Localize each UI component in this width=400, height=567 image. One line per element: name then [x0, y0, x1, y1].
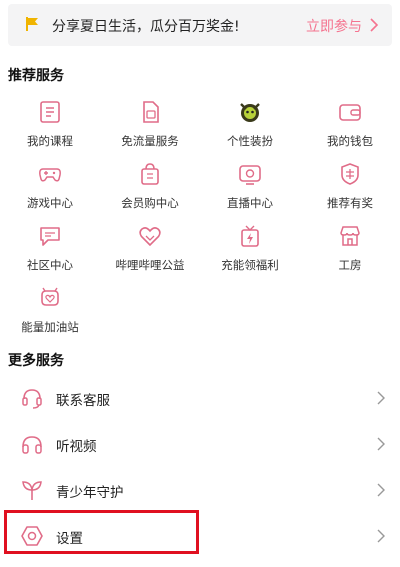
service-label: 哔哩哔哩公益 — [115, 258, 185, 272]
join-now-link[interactable]: 立即参与 — [306, 16, 362, 36]
row-youth-protection[interactable]: 青少年守护 — [0, 467, 400, 513]
row-listen-video[interactable]: 听视频 — [0, 421, 400, 467]
course-icon — [40, 101, 60, 123]
service-label: 会员购中心 — [121, 196, 179, 210]
chevron-right-icon[interactable] — [368, 17, 380, 33]
chevron-right-icon — [377, 391, 385, 405]
service-personal-decoration[interactable]: 个性装扮 — [200, 100, 300, 160]
service-label: 免流量服务 — [121, 134, 179, 148]
service-charity[interactable]: 哔哩哔哩公益 — [100, 224, 200, 284]
flag-icon — [26, 17, 38, 31]
service-label: 充能领福利 — [221, 258, 279, 272]
sim-card-icon — [143, 101, 159, 123]
charity-heart-icon — [139, 227, 161, 247]
service-label: 我的钱包 — [327, 134, 373, 148]
service-my-wallet[interactable]: 我的钱包 — [300, 100, 400, 160]
service-data-free[interactable]: 免流量服务 — [100, 100, 200, 160]
community-chat-icon — [40, 227, 60, 246]
sprout-icon — [22, 481, 42, 500]
service-game-center[interactable]: 游戏中心 — [0, 162, 100, 222]
wallet-icon — [339, 104, 361, 121]
service-label: 推荐有奖 — [327, 196, 373, 210]
more-services-title: 更多服务 — [8, 353, 64, 369]
service-workshop[interactable]: 工房 — [300, 224, 400, 284]
shopping-bag-icon — [141, 163, 159, 185]
chevron-right-icon — [377, 437, 385, 451]
service-label: 我的课程 — [27, 134, 73, 148]
service-charge-benefits[interactable]: 充能领福利 — [200, 224, 300, 284]
reward-badge-icon — [341, 163, 359, 185]
settings-highlight-box — [4, 510, 199, 554]
service-label: 工房 — [338, 258, 362, 272]
service-label: 个性装扮 — [227, 134, 273, 148]
gamepad-icon — [39, 168, 61, 182]
service-label: 直播中心 — [227, 196, 273, 210]
banner-text: 分享夏日生活，瓜分百万奖金! — [52, 19, 240, 35]
energy-station-icon — [41, 287, 59, 306]
service-label: 能量加油站 — [21, 320, 79, 334]
service-label: 社区中心 — [27, 258, 73, 272]
service-member-shop[interactable]: 会员购中心 — [100, 162, 200, 222]
service-community-center[interactable]: 社区中心 — [0, 224, 100, 284]
shop-icon — [340, 226, 360, 246]
live-tv-icon — [239, 165, 261, 185]
chevron-right-icon — [377, 483, 385, 497]
charge-gift-icon — [241, 225, 259, 247]
recommended-services-title: 推荐服务 — [8, 68, 64, 84]
headphones-icon — [22, 436, 42, 454]
row-label: 联系客服 — [56, 393, 110, 409]
service-live-center[interactable]: 直播中心 — [200, 162, 300, 222]
row-customer-service[interactable]: 联系客服 — [0, 375, 400, 421]
row-label: 青少年守护 — [56, 485, 124, 501]
service-referral-reward[interactable]: 推荐有奖 — [300, 162, 400, 222]
service-energy-station[interactable]: 能量加油站 — [0, 286, 100, 346]
row-label: 听视频 — [56, 439, 97, 455]
avatar-decoration-icon — [240, 103, 260, 122]
headset-icon — [22, 389, 42, 409]
service-label: 游戏中心 — [27, 196, 73, 210]
service-my-courses[interactable]: 我的课程 — [0, 100, 100, 160]
chevron-right-icon — [377, 529, 385, 543]
promo-banner[interactable]: 分享夏日生活，瓜分百万奖金! 立即参与 — [8, 4, 392, 46]
